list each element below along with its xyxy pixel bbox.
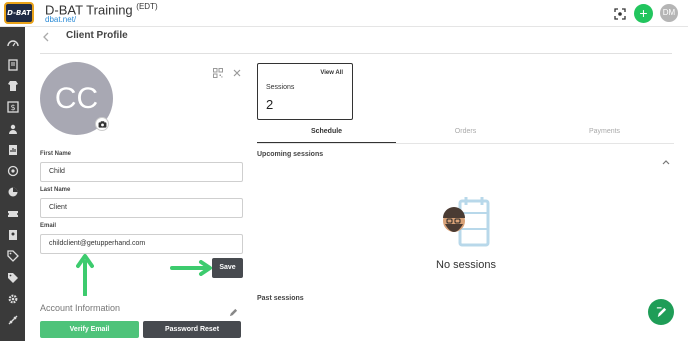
title-divider — [40, 53, 672, 54]
logo-text: D-BAT — [7, 9, 31, 17]
camera-icon[interactable] — [95, 117, 109, 131]
tab-divider — [257, 143, 674, 144]
fitness-icon[interactable] — [5, 312, 20, 327]
empty-calendar-illustration-icon — [440, 195, 492, 251]
tab-payments[interactable]: Payments — [535, 127, 674, 143]
qr-code-icon[interactable] — [213, 65, 223, 78]
back-chevron-icon[interactable] — [41, 30, 51, 42]
tab-orders[interactable]: Orders — [396, 127, 535, 143]
sidebar: $ — [0, 27, 25, 341]
dollar-icon[interactable]: $ — [5, 99, 20, 114]
gear-icon[interactable] — [5, 291, 20, 306]
jersey-icon[interactable] — [5, 78, 20, 93]
annotation-arrow-right-icon — [170, 260, 214, 276]
first-name-field[interactable]: Child — [40, 162, 243, 182]
app-url[interactable]: dbat.net/ — [45, 15, 76, 24]
dashboard-icon[interactable] — [5, 36, 20, 51]
tag-alt-icon[interactable] — [5, 270, 20, 285]
last-name-label: Last Name — [40, 187, 71, 193]
svg-text:$: $ — [10, 103, 15, 112]
verify-email-button[interactable]: Verify Email — [40, 321, 139, 338]
ticket-icon[interactable] — [5, 206, 20, 221]
pie-chart-icon[interactable] — [5, 184, 20, 199]
save-button[interactable]: Save — [212, 258, 243, 278]
annotation-arrow-up-icon — [76, 254, 94, 297]
sessions-label: Sessions — [266, 84, 295, 91]
view-all-link[interactable]: View All — [320, 70, 343, 76]
sessions-count: 2 — [266, 97, 274, 112]
password-reset-button[interactable]: Password Reset — [143, 321, 241, 338]
email-field[interactable]: childclient@getupperhand.com — [40, 234, 243, 254]
book-icon[interactable] — [5, 57, 20, 72]
contacts-icon[interactable] — [5, 227, 20, 242]
app-header: D-BAT D-BAT Training (EDT) dbat.net/ + D… — [0, 0, 688, 27]
active-tab-indicator — [257, 142, 396, 143]
pencil-icon[interactable] — [229, 304, 238, 317]
account-info-heading: Account Information — [40, 303, 121, 313]
first-name-label: First Name — [40, 151, 72, 157]
chevron-up-icon[interactable] — [662, 152, 670, 165]
timezone-label: (EDT) — [136, 2, 158, 11]
upcoming-sessions-heading: Upcoming sessions — [257, 151, 324, 158]
close-icon[interactable] — [232, 65, 242, 77]
users-icon[interactable] — [5, 121, 20, 136]
past-sessions-heading: Past sessions — [257, 295, 304, 302]
target-icon[interactable] — [5, 163, 20, 178]
user-avatar[interactable]: DM — [660, 4, 678, 22]
last-name-field[interactable]: Client — [40, 198, 243, 218]
tab-schedule[interactable]: Schedule — [257, 127, 396, 143]
tag-icon[interactable] — [5, 248, 20, 263]
brand-logo[interactable]: D-BAT — [4, 2, 34, 24]
page-title: Client Profile — [66, 30, 128, 41]
sessions-card[interactable]: View All Sessions 2 — [257, 63, 353, 120]
scan-icon[interactable] — [614, 7, 626, 20]
add-button[interactable]: + — [634, 4, 653, 23]
report-icon[interactable] — [5, 142, 20, 157]
no-sessions-text: No sessions — [436, 259, 496, 271]
email-label: Email — [40, 223, 57, 229]
chat-support-icon[interactable] — [648, 299, 674, 325]
